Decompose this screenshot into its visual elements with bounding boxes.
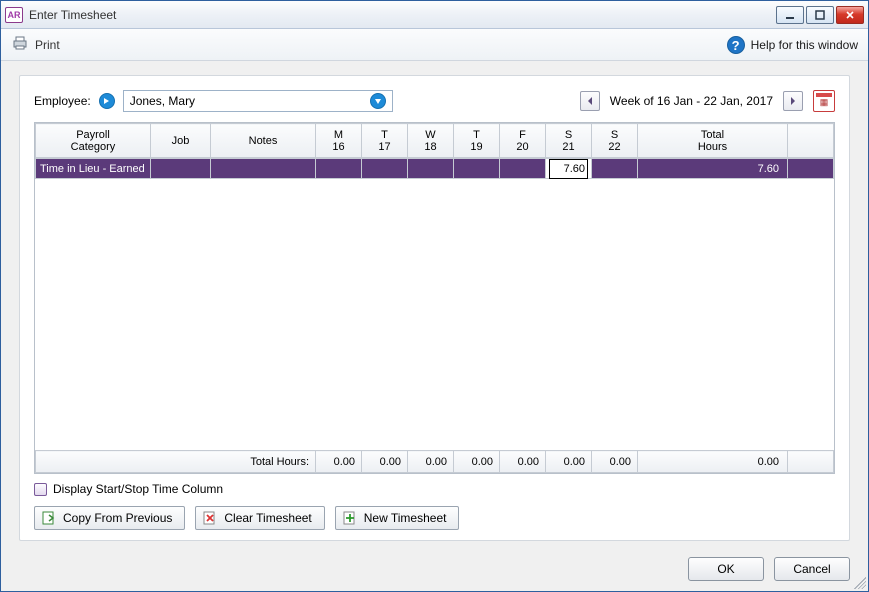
col-payroll-category[interactable]: Payroll Category: [36, 124, 151, 158]
col-notes[interactable]: Notes: [211, 124, 316, 158]
footer-spacer: [788, 451, 834, 473]
footer-thu: 0.00: [454, 451, 500, 473]
calendar-button[interactable]: ▦: [813, 90, 835, 112]
help-icon: ?: [727, 36, 745, 54]
titlebar: AR Enter Timesheet: [1, 1, 868, 29]
filter-row: Employee: Jones, Mary Week of 16 Jan - 2…: [34, 90, 835, 112]
window-buttons: [776, 6, 864, 24]
footer-sat: 0.00: [546, 451, 592, 473]
employee-label: Employee:: [34, 94, 91, 108]
employee-picker-icon[interactable]: [99, 93, 115, 109]
prev-week-button[interactable]: [580, 91, 600, 111]
print-label: Print: [35, 38, 60, 52]
footer-sun: 0.00: [592, 451, 638, 473]
ok-button[interactable]: OK: [688, 557, 764, 581]
grid-footer-table: Total Hours: 0.00 0.00 0.00 0.00 0.00 0.…: [35, 450, 834, 473]
cell-sat-editing[interactable]: [546, 159, 592, 179]
col-day-sun[interactable]: S22: [592, 124, 638, 158]
dialog-footer: OK Cancel: [1, 549, 868, 591]
employee-value: Jones, Mary: [130, 94, 195, 108]
cancel-button[interactable]: Cancel: [774, 557, 850, 581]
display-startstop-checkbox[interactable]: [34, 483, 47, 496]
close-button[interactable]: [836, 6, 864, 24]
col-day-fri[interactable]: F20: [500, 124, 546, 158]
new-icon: [342, 510, 358, 526]
cell-mon[interactable]: [316, 159, 362, 179]
table-row[interactable]: Time in Lieu - Earned 7.60: [36, 159, 834, 179]
copy-from-previous-button[interactable]: Copy From Previous: [34, 506, 185, 530]
help-link[interactable]: ? Help for this window: [727, 36, 858, 54]
employee-field[interactable]: Jones, Mary: [123, 90, 393, 112]
print-button[interactable]: Print: [11, 35, 60, 54]
col-spacer: [788, 124, 834, 158]
toolbar: Print ? Help for this window: [1, 29, 868, 61]
hours-input[interactable]: [550, 160, 587, 178]
app-icon: AR: [5, 7, 23, 23]
grid-body[interactable]: Time in Lieu - Earned 7.60: [35, 158, 834, 450]
grid-header-table: Payroll Category Job Notes M16 T17 W18 T…: [35, 123, 834, 158]
cell-row-total: 7.60: [638, 159, 788, 179]
col-day-mon[interactable]: M16: [316, 124, 362, 158]
minimize-button[interactable]: [776, 6, 804, 24]
footer-tue: 0.00: [362, 451, 408, 473]
clear-label: Clear Timesheet: [224, 511, 311, 525]
cell-fri[interactable]: [500, 159, 546, 179]
col-job[interactable]: Job: [151, 124, 211, 158]
cell-tue[interactable]: [362, 159, 408, 179]
col-day-thu[interactable]: T19: [454, 124, 500, 158]
col-total-hours[interactable]: Total Hours: [638, 124, 788, 158]
cell-wed[interactable]: [408, 159, 454, 179]
display-startstop-label: Display Start/Stop Time Column: [53, 482, 223, 496]
cell-payroll-category[interactable]: Time in Lieu - Earned: [36, 159, 151, 179]
col-day-wed[interactable]: W18: [408, 124, 454, 158]
col-day-tue[interactable]: T17: [362, 124, 408, 158]
cell-thu[interactable]: [454, 159, 500, 179]
copy-label: Copy From Previous: [63, 511, 172, 525]
content-panel: Employee: Jones, Mary Week of 16 Jan - 2…: [19, 75, 850, 541]
week-range-text: Week of 16 Jan - 22 Jan, 2017: [610, 94, 773, 108]
clear-timesheet-button[interactable]: Clear Timesheet: [195, 506, 324, 530]
print-icon: [11, 35, 29, 54]
new-label: New Timesheet: [364, 511, 447, 525]
calendar-icon: ▦: [820, 97, 829, 108]
week-navigation: Week of 16 Jan - 22 Jan, 2017 ▦: [580, 90, 835, 112]
footer-total-label: Total Hours:: [36, 451, 316, 473]
new-timesheet-button[interactable]: New Timesheet: [335, 506, 460, 530]
copy-icon: [41, 510, 57, 526]
col-day-sat[interactable]: S21: [546, 124, 592, 158]
maximize-button[interactable]: [806, 6, 834, 24]
footer-grand-total: 0.00: [638, 451, 788, 473]
options-row: Display Start/Stop Time Column: [34, 482, 835, 496]
window: AR Enter Timesheet Print ? Help for this…: [0, 0, 869, 592]
resize-grip[interactable]: [854, 577, 866, 589]
cell-sun[interactable]: [592, 159, 638, 179]
timesheet-grid: Payroll Category Job Notes M16 T17 W18 T…: [34, 122, 835, 474]
next-week-button[interactable]: [783, 91, 803, 111]
cell-job[interactable]: [151, 159, 211, 179]
action-buttons-row: Copy From Previous Clear Timesheet New T…: [34, 506, 835, 530]
window-title: Enter Timesheet: [29, 8, 776, 22]
cell-notes[interactable]: [211, 159, 316, 179]
footer-wed: 0.00: [408, 451, 454, 473]
cell-spacer: [788, 159, 834, 179]
clear-icon: [202, 510, 218, 526]
employee-dropdown-icon[interactable]: [370, 93, 386, 109]
help-label: Help for this window: [751, 38, 858, 52]
footer-fri: 0.00: [500, 451, 546, 473]
footer-mon: 0.00: [316, 451, 362, 473]
